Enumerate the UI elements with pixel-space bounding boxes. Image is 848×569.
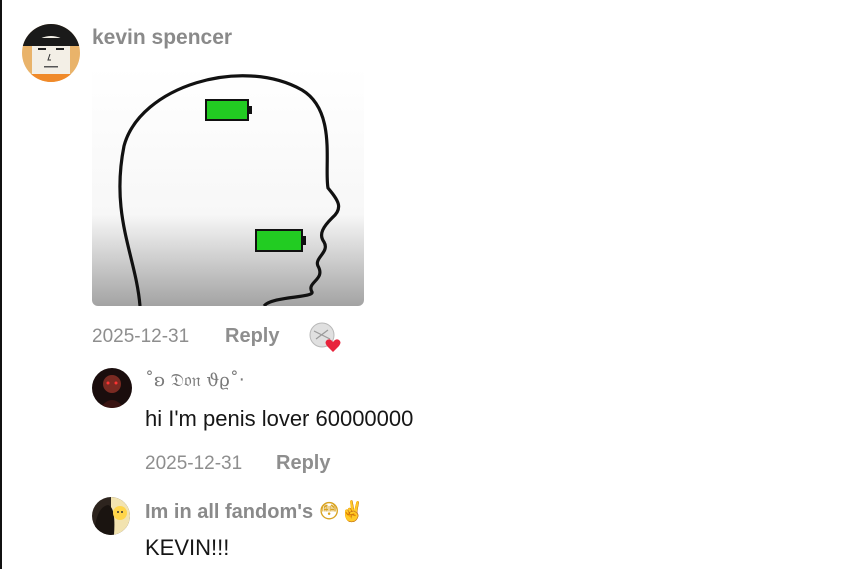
reply-text: KEVIN!!! (145, 535, 230, 560)
avatar[interactable] (92, 497, 130, 535)
reply-username[interactable]: ˚ʚ 𝔇𝔬𝔫 ϑϱ˚‧ (145, 370, 245, 391)
left-border (0, 0, 2, 569)
avatar[interactable] (22, 24, 80, 82)
reply-button[interactable]: Reply (276, 452, 330, 475)
battery-icon (205, 99, 252, 121)
flushed-peace-emoji: 😳✌️ (318, 499, 365, 523)
comment-date: 2025-12-31 (92, 326, 190, 347)
reply-date: 2025-12-31 (145, 453, 243, 474)
comment-username[interactable]: kevin spencer (92, 26, 232, 50)
reply-username-text: Im in all fandom's (145, 501, 314, 523)
creator-liked-icon (309, 322, 343, 352)
reply-button[interactable]: Reply (225, 325, 279, 348)
reply-username[interactable]: Im in all fandom's 😳✌️ (145, 499, 364, 524)
reply-text: hi I'm penis lover 60000000 (145, 406, 414, 431)
avatar[interactable] (92, 368, 132, 408)
comment-attached-image[interactable] (92, 66, 364, 306)
battery-icon (255, 229, 306, 252)
